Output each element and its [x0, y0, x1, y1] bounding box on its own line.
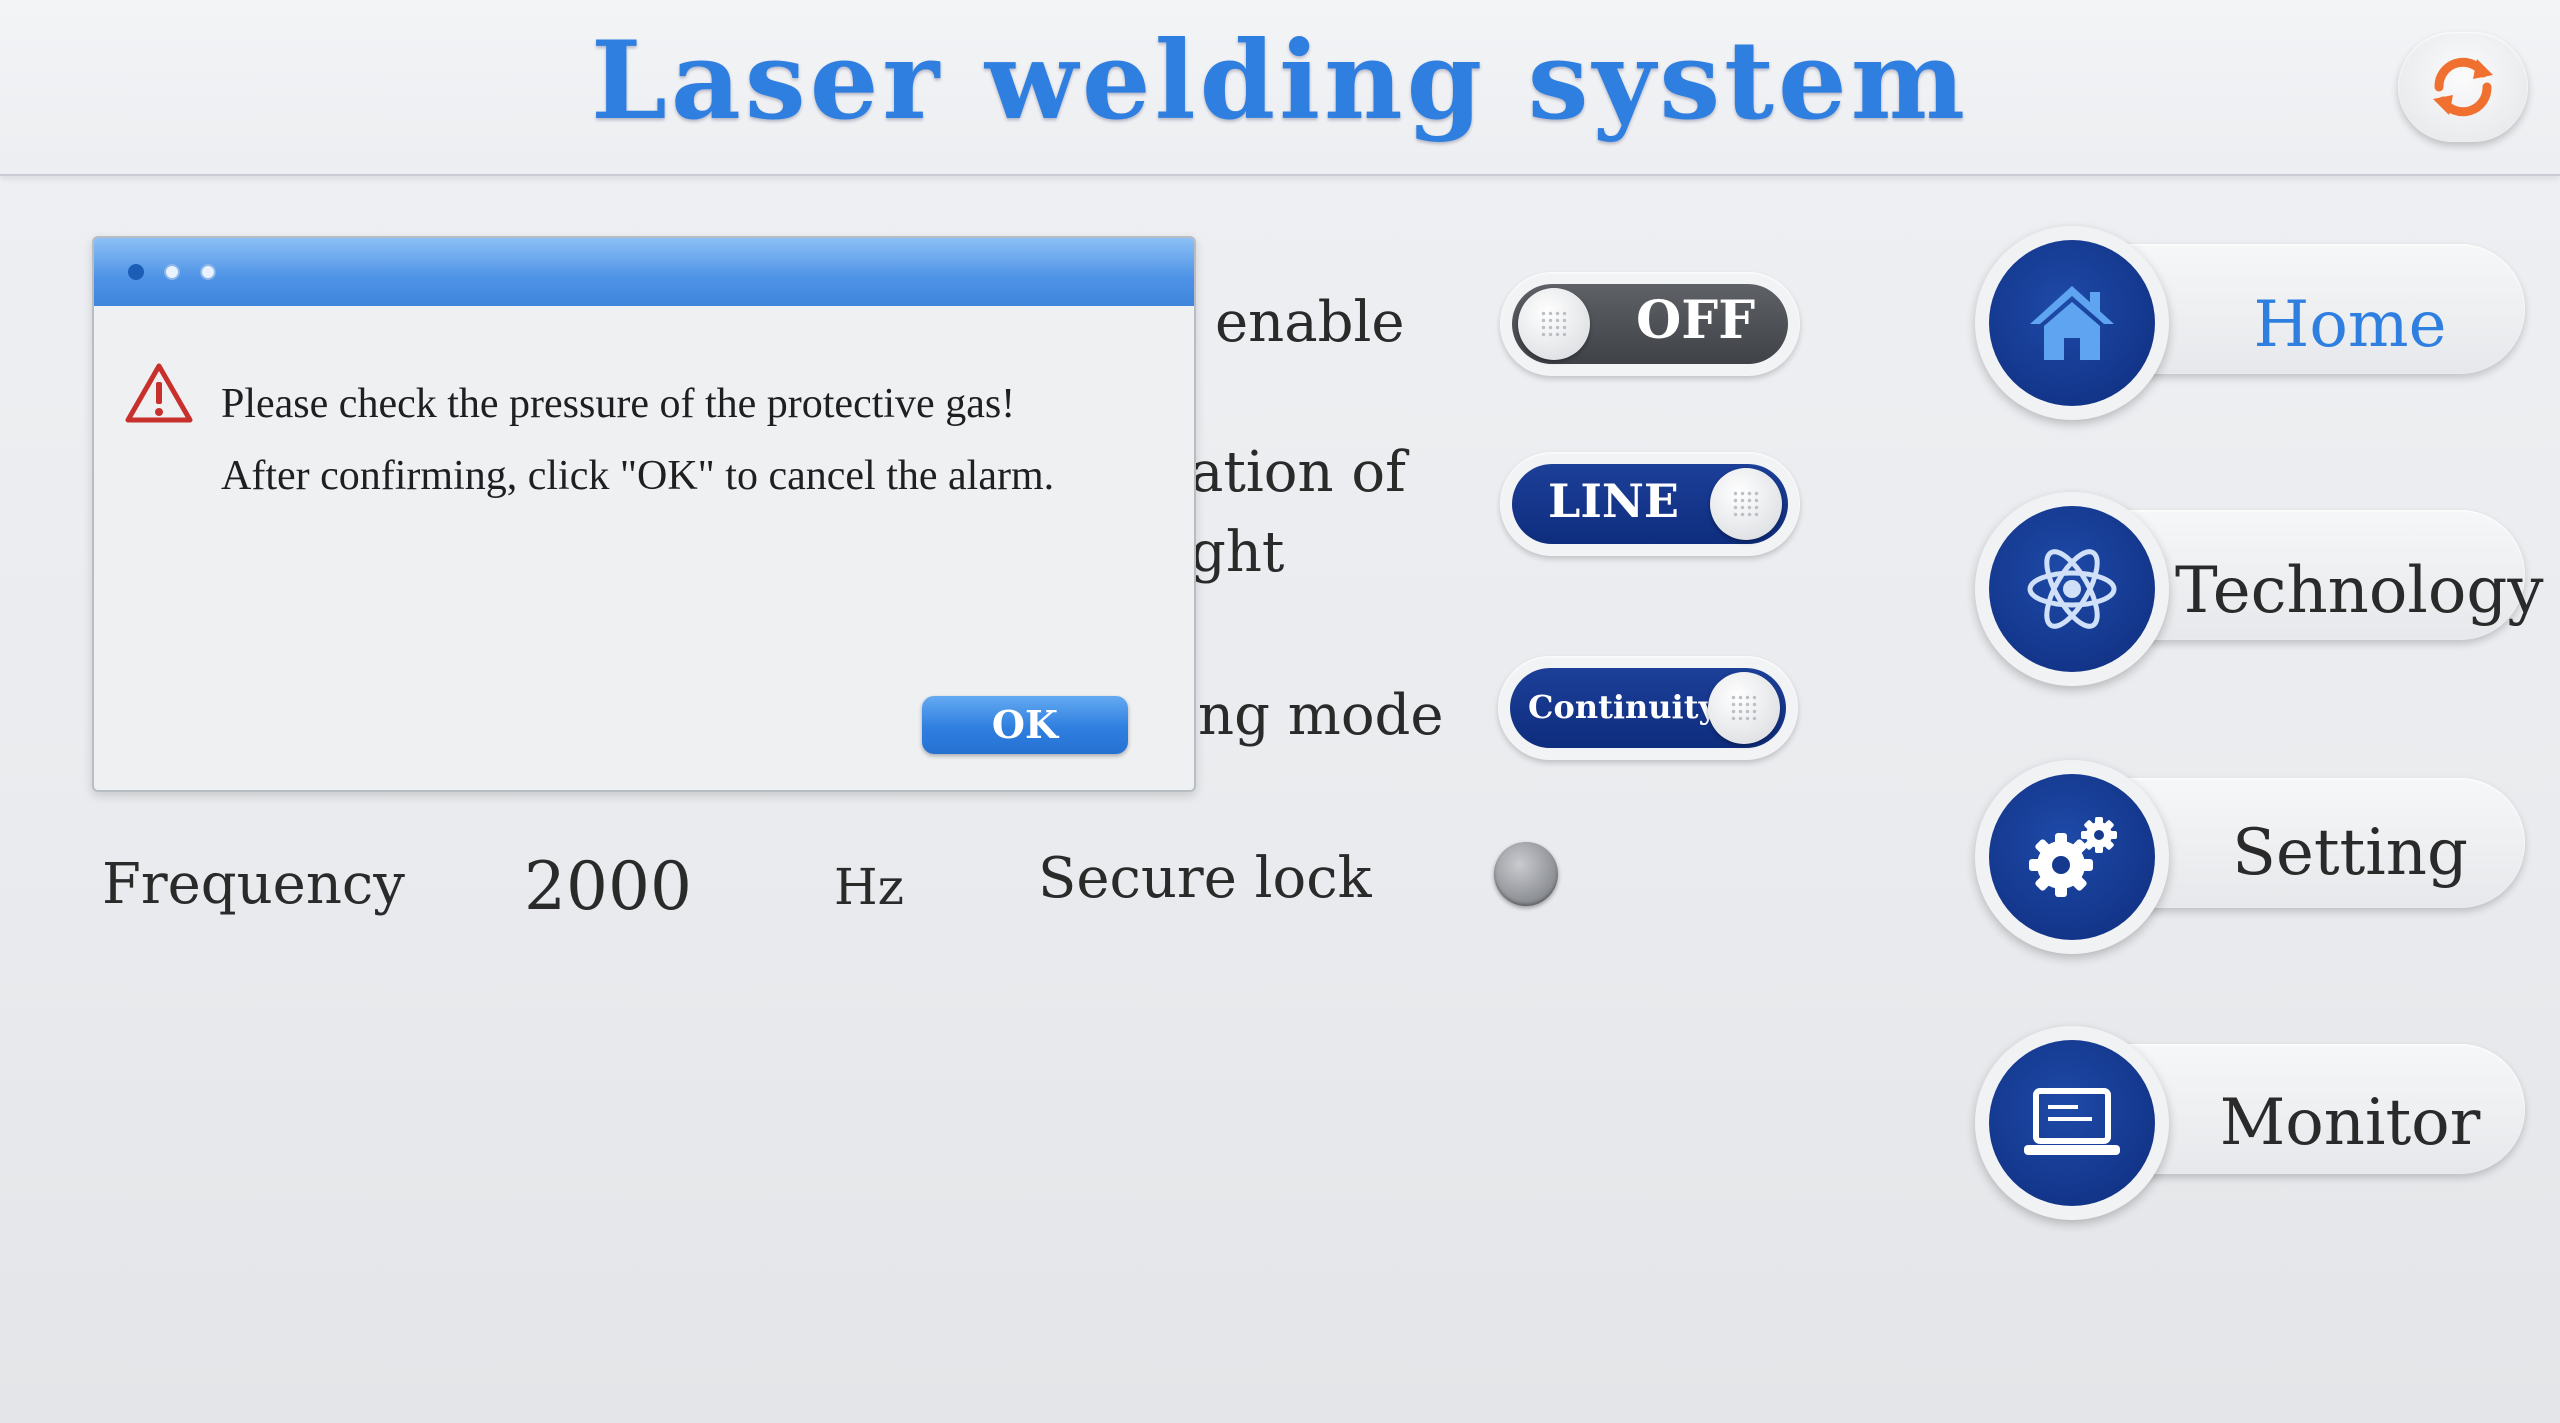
- row3-toggle[interactable]: Continuity: [1498, 656, 1798, 760]
- row1-toggle-text: OFF: [1636, 290, 1756, 351]
- laptop-icon: [2024, 1088, 2120, 1155]
- nav-label: Home: [2253, 288, 2447, 362]
- page-title: Laser welding system: [590, 18, 1970, 144]
- row1-toggle[interactable]: OFF: [1500, 272, 1800, 376]
- nav-circle-inner: [1989, 1040, 2155, 1206]
- secure-lock-label: Secure lock: [1038, 846, 1372, 911]
- dialog-close-dot[interactable]: [128, 264, 144, 280]
- nav-circle: [1975, 492, 2169, 686]
- nav-circle-inner: [1989, 240, 2155, 406]
- row1-label: enable: [1215, 290, 1405, 355]
- nav-home[interactable]: Home: [1975, 226, 2525, 420]
- nav-label: Monitor: [2219, 1086, 2481, 1160]
- dialog-titlebar[interactable]: [94, 238, 1194, 306]
- ok-button[interactable]: OK: [922, 696, 1128, 754]
- dialog-maximize-dot[interactable]: [200, 264, 216, 280]
- row2-toggle-text: LINE: [1548, 474, 1679, 528]
- row3-label: ng mode: [1198, 683, 1444, 748]
- toggle-knob: [1710, 468, 1782, 540]
- toggle-knob: [1708, 672, 1780, 744]
- nav-circle-inner: [1989, 774, 2155, 940]
- refresh-icon: [2433, 57, 2493, 117]
- home-icon: [2030, 286, 2114, 360]
- header-bar: Laser welding system: [0, 0, 2560, 176]
- refresh-button[interactable]: [2398, 32, 2528, 142]
- row2-toggle[interactable]: LINE: [1500, 452, 1800, 556]
- alarm-message-line1: Please check the pressure of the protect…: [221, 381, 1016, 427]
- alarm-dialog: Please check the pressure of the protect…: [92, 236, 1196, 792]
- nav-circle-inner: [1989, 506, 2155, 672]
- nav-circle: [1975, 760, 2169, 954]
- secure-lock-indicator: [1494, 842, 1558, 906]
- atom-icon: [2027, 549, 2117, 629]
- nav-technology[interactable]: Technology: [1975, 492, 2544, 686]
- frequency-value[interactable]: 2000: [524, 848, 692, 925]
- nav-label: Technology: [2175, 554, 2544, 628]
- nav-monitor[interactable]: Monitor: [1975, 1026, 2525, 1220]
- frequency-unit: Hz: [834, 858, 904, 916]
- frequency-label: Frequency: [102, 852, 405, 917]
- warning-icon: [125, 363, 193, 423]
- row3-toggle-text: Continuity: [1528, 688, 1718, 726]
- nav-circle: [1975, 1026, 2169, 1220]
- alarm-message-line2: After confirming, click "OK" to cancel t…: [221, 453, 1055, 499]
- dialog-minimize-dot[interactable]: [164, 264, 180, 280]
- row2-label-line1: ation of: [1190, 440, 1406, 505]
- row2-label-line2: ght: [1190, 520, 1285, 585]
- gears-icon: [2029, 817, 2117, 897]
- nav-label: Setting: [2232, 816, 2468, 890]
- nav-setting[interactable]: Setting: [1975, 760, 2525, 954]
- nav-circle: [1975, 226, 2169, 420]
- toggle-knob: [1518, 288, 1590, 360]
